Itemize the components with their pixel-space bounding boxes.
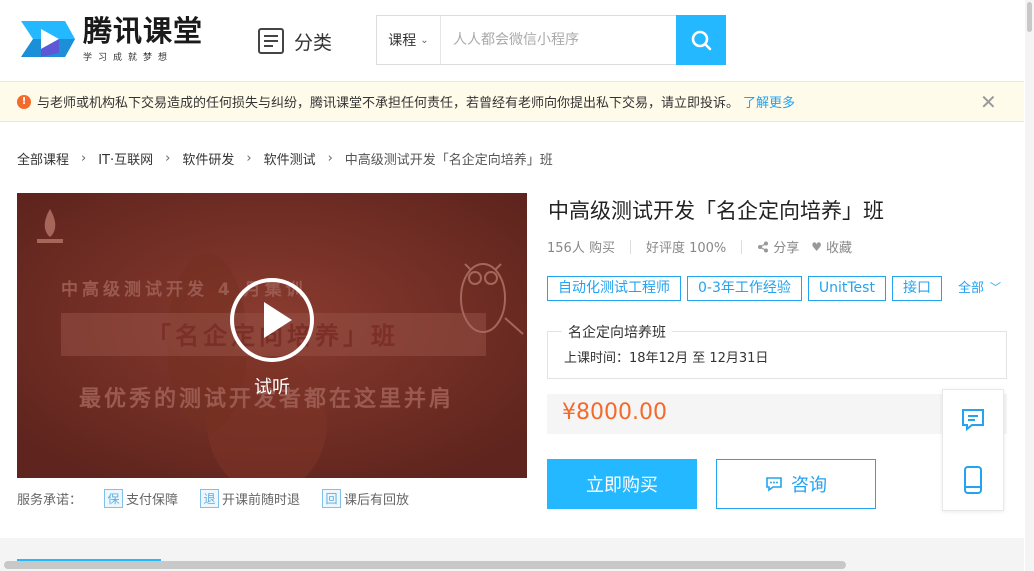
chevron-right-icon: › bbox=[165, 151, 171, 166]
video-preview[interactable]: 中高级测试开发 4 月集训 「名企定向培养」班 最优秀的测试开发者都在这里并肩 … bbox=[17, 193, 527, 478]
promise-item-payment: 保 支付保障 bbox=[104, 489, 178, 508]
side-toolbar bbox=[942, 389, 1004, 511]
promise-text: 支付保障 bbox=[126, 493, 179, 508]
close-icon[interactable]: ✕ bbox=[980, 92, 997, 112]
share-icon bbox=[758, 241, 769, 252]
brand-logo-icon bbox=[37, 209, 63, 243]
tags-all-toggle[interactable]: 全部 ﹀ bbox=[958, 277, 1002, 297]
horizontal-scrollbar[interactable] bbox=[4, 561, 846, 569]
promise-text: 开课前随时退 bbox=[222, 493, 301, 508]
refund-icon: 退 bbox=[200, 489, 220, 508]
favorite-label: 收藏 bbox=[826, 241, 853, 256]
play-icon bbox=[264, 302, 292, 338]
price-bar: ¥8000.00 bbox=[547, 394, 1007, 434]
share-button[interactable]: 分享 bbox=[757, 237, 799, 256]
chevron-right-icon: › bbox=[81, 151, 87, 166]
class-info-box: 名企定向培养班 上课时间：18年12月 至 12月31日 bbox=[547, 322, 1007, 379]
search-scope-select[interactable]: 课程 ⌄ bbox=[377, 16, 441, 64]
search-bar: 课程 ⌄ bbox=[376, 15, 726, 65]
breadcrumb-item-all-courses[interactable]: 全部课程 bbox=[17, 149, 69, 168]
guarantee-icon: 保 bbox=[104, 489, 124, 508]
breadcrumb-current: 中高级测试开发「名企定向培养」班 bbox=[344, 153, 553, 168]
play-button[interactable] bbox=[230, 278, 314, 362]
chat-icon bbox=[766, 477, 782, 492]
tag-item[interactable]: UnitTest bbox=[807, 276, 886, 301]
consult-button[interactable]: 咨询 bbox=[716, 459, 876, 509]
tag-item[interactable]: 接口 bbox=[891, 276, 942, 301]
chevron-down-icon: ⌄ bbox=[420, 34, 429, 46]
share-label: 分享 bbox=[773, 241, 800, 256]
vertical-scrollbar[interactable] bbox=[1027, 2, 1032, 32]
search-button[interactable] bbox=[676, 15, 726, 65]
consult-label: 咨询 bbox=[791, 475, 827, 496]
service-promise: 服务承诺： 保 支付保障 退 开课前随时退 回 课后有回放 bbox=[17, 489, 409, 508]
header: 腾讯课堂 学习成就梦想 分类 课程 ⌄ bbox=[0, 0, 1034, 80]
mobile-app-button[interactable] bbox=[943, 450, 1003, 510]
logo-icon bbox=[21, 21, 75, 57]
notice-bar: ! 与老师或机构私下交易造成的任何损失与纠纷，腾讯课堂不承担任何责任，若曾经有老… bbox=[0, 81, 1024, 122]
replay-icon: 回 bbox=[322, 489, 342, 508]
tag-item[interactable]: 自动化测试工程师 bbox=[547, 276, 681, 301]
logo-title: 腾讯课堂 bbox=[83, 14, 204, 48]
buy-now-label: 立即购买 bbox=[586, 475, 658, 496]
favorite-button[interactable]: ♥ 收藏 bbox=[811, 237, 853, 257]
list-icon bbox=[258, 28, 284, 54]
tag-item[interactable]: 0-3年工作经验 bbox=[687, 276, 802, 301]
search-icon bbox=[691, 30, 712, 51]
promise-label: 服务承诺： bbox=[17, 493, 83, 508]
breadcrumb-item-software-dev[interactable]: 软件研发 bbox=[182, 149, 234, 168]
course-title: 中高级测试开发「名企定向培养」班 bbox=[548, 199, 884, 223]
course-tags: 自动化测试工程师 0-3年工作经验 UnitTest 接口 bbox=[547, 276, 948, 301]
buy-now-button[interactable]: 立即购买 bbox=[547, 459, 697, 509]
breadcrumb: 全部课程 › IT·互联网 › 软件研发 › 软件测试 › 中高级测试开发「名企… bbox=[17, 149, 553, 168]
promise-item-refund: 退 开课前随时退 bbox=[200, 489, 300, 508]
mobile-icon bbox=[964, 466, 982, 494]
trial-label: 试听 bbox=[254, 377, 290, 398]
breadcrumb-item-software-testing[interactable]: 软件测试 bbox=[264, 149, 316, 168]
divider bbox=[629, 239, 631, 254]
divider bbox=[741, 239, 743, 254]
buyer-count: 156人 购买 bbox=[547, 241, 615, 256]
promise-text: 课后有回放 bbox=[344, 493, 410, 508]
category-menu[interactable]: 分类 bbox=[257, 27, 332, 55]
course-stats: 156人 购买 好评度 100% 分享 ♥ 收藏 bbox=[547, 237, 852, 256]
vertical-scrollbar-track bbox=[1025, 0, 1034, 571]
learn-more-link[interactable]: 了解更多 bbox=[743, 92, 795, 111]
heart-icon: ♥ bbox=[811, 239, 823, 254]
breadcrumb-item-it-internet[interactable]: IT·互联网 bbox=[98, 149, 153, 168]
class-name: 名企定向培养班 bbox=[562, 322, 672, 342]
logo-slogan: 学习成就梦想 bbox=[83, 53, 174, 63]
owl-icon bbox=[460, 263, 524, 335]
notice-text: 与老师或机构私下交易造成的任何损失与纠纷，腾讯课堂不承担任何责任，若曾经有老师向… bbox=[37, 96, 740, 111]
feedback-button[interactable] bbox=[943, 390, 1003, 450]
message-icon bbox=[962, 409, 984, 432]
search-input[interactable] bbox=[441, 16, 676, 64]
logo[interactable]: 腾讯课堂 学习成就梦想 bbox=[19, 12, 204, 66]
rating: 好评度 100% bbox=[645, 241, 727, 256]
class-time: 上课时间：18年12月 至 12月31日 bbox=[564, 351, 769, 366]
promise-item-replay: 回 课后有回放 bbox=[322, 489, 409, 508]
info-icon: ! bbox=[17, 94, 31, 109]
tags-all-label: 全部 bbox=[958, 281, 985, 296]
price: ¥8000.00 bbox=[562, 400, 667, 425]
chevron-right-icon: › bbox=[246, 151, 252, 166]
search-scope-label: 课程 bbox=[388, 33, 417, 49]
category-label: 分类 bbox=[294, 31, 333, 54]
chevron-right-icon: › bbox=[327, 151, 333, 166]
chevron-down-icon: ﹀ bbox=[990, 280, 1002, 294]
